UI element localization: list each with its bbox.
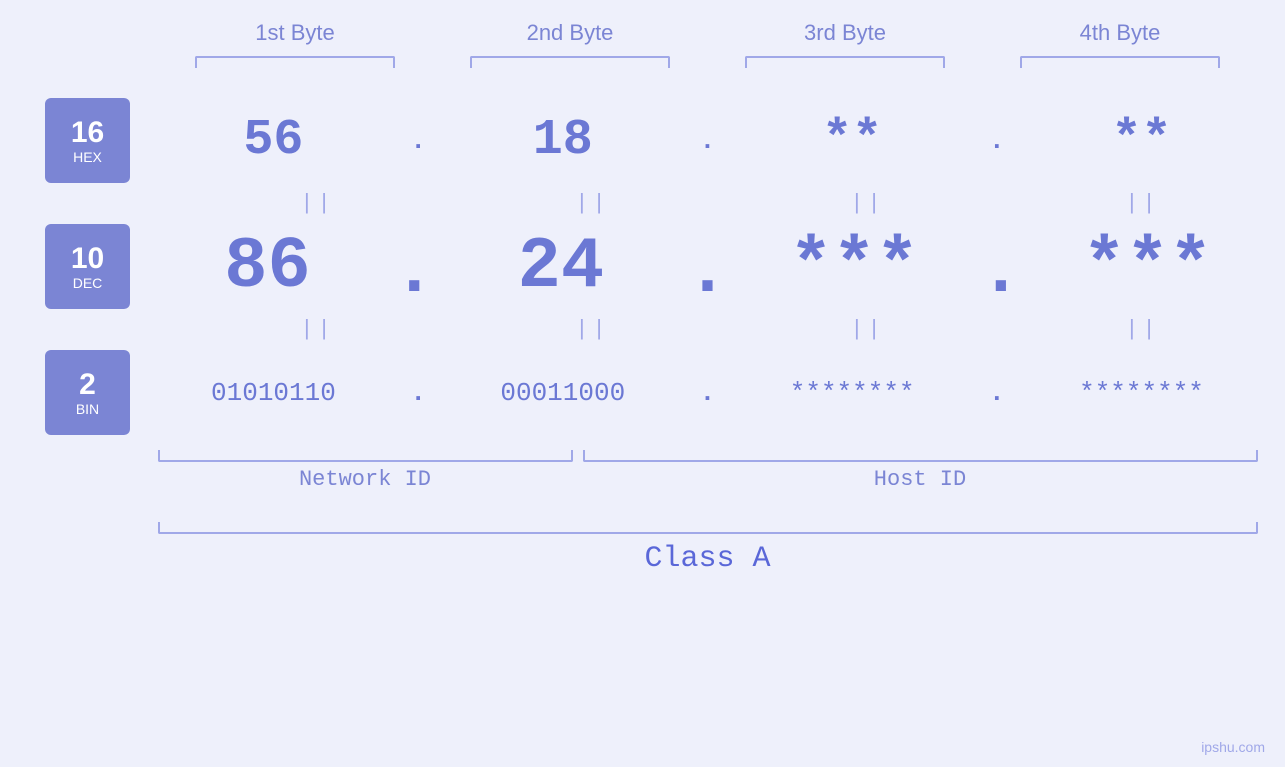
bin-dot3: .	[989, 378, 1005, 408]
main-container: 1st Byte 2nd Byte 3rd Byte 4th Byte 16 H…	[0, 0, 1285, 767]
hex-byte2: 18	[453, 112, 673, 169]
dec-values-row: 86 . 24 . *** . ***	[130, 226, 1285, 308]
eq1-b1: ||	[208, 191, 428, 216]
equals-row-2: || || || ||	[180, 309, 1280, 350]
dec-section: 10 DEC 86 . 24 . *** . ***	[0, 224, 1285, 309]
hex-byte1: 56	[163, 112, 383, 169]
byte4-header: 4th Byte	[1010, 20, 1230, 46]
bin-dot2: .	[700, 378, 716, 408]
class-bracket	[158, 522, 1258, 534]
eq1-b4: ||	[1033, 191, 1253, 216]
bin-byte2: 00011000	[453, 378, 673, 408]
dec-badge-number: 10	[71, 242, 104, 275]
dec-badge: 10 DEC	[45, 224, 130, 309]
bin-badge: 2 BIN	[45, 350, 130, 435]
dec-byte4: ***	[1037, 226, 1257, 308]
eq2-b3: ||	[758, 317, 978, 342]
hex-byte4: **	[1032, 112, 1252, 169]
bin-badge-label: BIN	[76, 401, 99, 417]
hex-section: 16 HEX 56 . 18 . ** . **	[0, 98, 1285, 183]
bin-byte1: 01010110	[163, 378, 383, 408]
hex-values-row: 56 . 18 . ** . **	[130, 112, 1285, 169]
bin-section: 2 BIN 01010110 . 00011000 . ******** . *…	[0, 350, 1285, 435]
hex-badge-label: HEX	[73, 149, 102, 165]
byte1-header: 1st Byte	[185, 20, 405, 46]
dec-dot3: .	[979, 231, 1022, 313]
top-bracket-row	[158, 56, 1258, 68]
bracket-byte4	[1020, 56, 1220, 68]
hex-byte3: **	[742, 112, 962, 169]
bin-values-row: 01010110 . 00011000 . ******** . *******…	[130, 378, 1285, 408]
hex-dot2: .	[700, 126, 716, 156]
eq2-b2: ||	[483, 317, 703, 342]
eq2-b4: ||	[1033, 317, 1253, 342]
bracket-byte2	[470, 56, 670, 68]
byte3-header: 3rd Byte	[735, 20, 955, 46]
hex-dot1: .	[410, 126, 426, 156]
byte2-header: 2nd Byte	[460, 20, 680, 46]
byte-header-row: 1st Byte 2nd Byte 3rd Byte 4th Byte	[158, 20, 1258, 46]
bracket-byte3	[745, 56, 945, 68]
dec-byte2: 24	[451, 226, 671, 308]
dec-byte1: 86	[158, 226, 378, 308]
dec-dot2: .	[686, 231, 729, 313]
eq1-b3: ||	[758, 191, 978, 216]
network-bracket	[158, 450, 573, 462]
hex-badge: 16 HEX	[45, 98, 130, 183]
host-bracket	[583, 450, 1258, 462]
eq1-b2: ||	[483, 191, 703, 216]
bin-byte3: ********	[742, 378, 962, 408]
eq2-b1: ||	[208, 317, 428, 342]
hex-dot3: .	[989, 126, 1005, 156]
equals-row-1: || || || ||	[180, 183, 1280, 224]
bin-badge-number: 2	[79, 368, 96, 401]
bracket-byte1	[195, 56, 395, 68]
network-id-label: Network ID	[158, 467, 573, 492]
class-label: Class A	[158, 542, 1258, 576]
dec-byte3: ***	[744, 226, 964, 308]
bin-byte4: ********	[1032, 378, 1252, 408]
id-labels-row: Network ID Host ID	[158, 467, 1258, 492]
bottom-bracket-section	[158, 450, 1258, 462]
dec-badge-label: DEC	[73, 275, 103, 291]
watermark: ipshu.com	[1201, 739, 1265, 755]
host-id-label: Host ID	[583, 467, 1258, 492]
bin-dot1: .	[410, 378, 426, 408]
hex-badge-number: 16	[71, 116, 104, 149]
dec-dot1: .	[393, 231, 436, 313]
